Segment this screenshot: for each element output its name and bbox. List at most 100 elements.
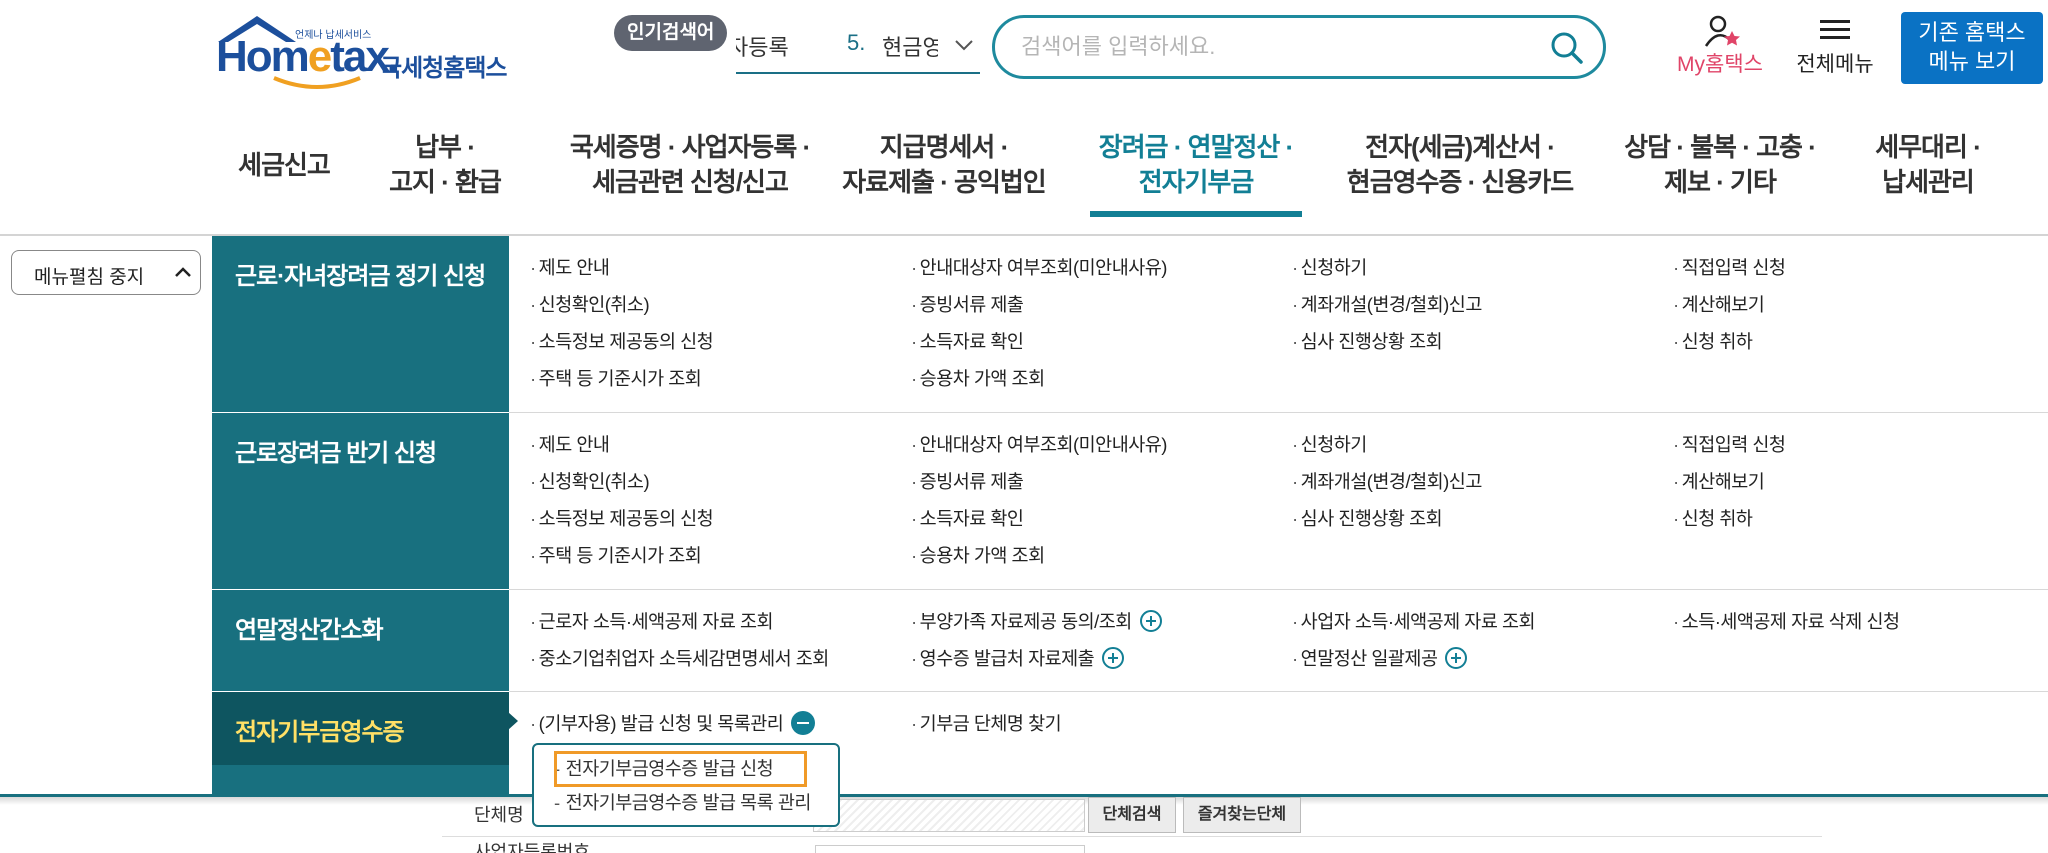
menu-item[interactable]: · 증빙서류 제출 [911, 468, 1024, 494]
menu-item[interactable]: · 주택 등 기준시가 조회 [530, 365, 702, 391]
search-icon[interactable] [1549, 30, 1585, 66]
section-divider [509, 412, 2048, 413]
gnb-label: 지급명세서 · [879, 132, 1009, 162]
chevron-up-icon [175, 267, 191, 277]
menu-item[interactable]: · 기부금 단체명 찾기 [911, 710, 1062, 736]
menu-item[interactable]: · 계산해보기 [1673, 291, 1765, 317]
gnb-certificate[interactable]: 국세증명 · 사업자등록 · 세금관련 신청/신고 [540, 130, 840, 220]
logo-korean-name: 국세청홈택스 [380, 55, 507, 82]
gnb-label: 국세증명 · 사업자등록 · [569, 132, 811, 162]
gnb-label: 세무대리 · [1875, 132, 1982, 162]
ticker-rank: 5. [847, 30, 866, 55]
menu-item[interactable]: · 신청확인(취소) [530, 468, 650, 494]
menu-item[interactable]: · 소득·세액공제 자료 삭제 신청 [1673, 608, 1900, 634]
menu-item[interactable]: · 소득정보 제공동의 신청 [530, 328, 714, 354]
form-row-divider [442, 836, 1822, 837]
menu-item[interactable]: · 심사 진행상황 조회 [1292, 328, 1443, 354]
all-menu-label: 전체메뉴 [1796, 53, 1874, 76]
menu-item[interactable]: · 소득정보 제공동의 신청 [530, 505, 714, 531]
gnb-consulting[interactable]: 상담 · 불복 · 고충 · 제보 · 기타 [1610, 130, 1830, 220]
my-hometax-button[interactable]: My홈택스 [1670, 14, 1770, 78]
plus-circle-icon[interactable] [1102, 647, 1125, 670]
menu-item[interactable]: · 제도 안내 [530, 431, 610, 457]
menu-item[interactable]: · 심사 진행상황 조회 [1292, 505, 1443, 531]
menu-item-donor-issue[interactable]: · (기부자용) 발급 신청 및 목록관리 [530, 710, 816, 737]
org-name-field[interactable] [813, 799, 1085, 832]
hometax-logo[interactable]: 언제나 납세서비스 Hometax. 국세청홈택스 [212, 12, 532, 89]
gnb-payment-statement[interactable]: 지급명세서 · 자료제출 · 공익법인 [830, 130, 1058, 220]
org-search-button[interactable]: 단체검색 [1088, 797, 1176, 833]
gnb-e-invoice[interactable]: 전자(세금)계산서 · 현금영수증 · 신용카드 [1330, 130, 1590, 220]
section-title-e-donation[interactable]: 전자기부금영수증 [212, 692, 509, 765]
gnb-label: 세금관련 신청/신고 [592, 167, 789, 197]
gnb-incentive[interactable]: 장려금 · 연말정산 · 전자기부금 [1080, 130, 1312, 220]
old-menu-line1: 기존 홈택스 [1918, 20, 2026, 45]
gnb-label: 고지 · 환급 [389, 167, 502, 197]
menu-item[interactable]: · 영수증 발급처 자료제출 [911, 645, 1125, 671]
menu-item[interactable]: · 직접입력 신청 [1673, 431, 1786, 457]
gnb-label: 상담 · 불복 · 고충 · [1624, 132, 1817, 162]
section-title-eitc-regular[interactable]: 근로·자녀장려금 정기 신청 [212, 236, 509, 412]
menu-item[interactable]: · 근로자 소득·세액공제 자료 조회 [530, 608, 774, 634]
menu-item[interactable]: · 승용차 가액 조회 [911, 365, 1045, 391]
gnb-label: 장려금 · 연말정산 · [1098, 132, 1294, 162]
org-name-label: 단체명 [474, 805, 524, 825]
gnb-payment[interactable]: 납부 · 고지 · 환급 [370, 130, 520, 220]
menu-item[interactable]: · 증빙서류 제출 [911, 291, 1024, 317]
section-divider [509, 691, 2048, 692]
menu-item[interactable]: · 계좌개설(변경/철회)신고 [1292, 468, 1482, 494]
ticker-keyword[interactable]: 현금영 [882, 30, 938, 62]
menu-item[interactable]: · 제도 안내 [530, 254, 610, 280]
gnb-label: 전자기부금 [1138, 167, 1255, 197]
logo-swoosh-icon [273, 76, 361, 89]
menu-item[interactable]: · 안내대상자 여부조회(미안내사유) [911, 431, 1167, 457]
gnb-label: 자료제출 · 공익법인 [842, 167, 1046, 197]
menu-item[interactable]: · 소득자료 확인 [911, 505, 1024, 531]
menu-item[interactable]: · 승용차 가액 조회 [911, 542, 1045, 568]
gnb-label: 전자(세금)계산서 · [1365, 132, 1556, 162]
section-title-filler [212, 765, 509, 795]
menu-item[interactable]: · 신청 취하 [1673, 505, 1753, 531]
menu-item[interactable]: · 주택 등 기준시가 조회 [530, 542, 702, 568]
all-menu-button[interactable]: 전체메뉴 [1790, 14, 1880, 78]
hamburger-icon [1820, 20, 1850, 39]
gnb-active-underline [1090, 211, 1302, 217]
popular-search-ticker[interactable]: 자등록 5. 현금영 [736, 26, 980, 74]
menu-collapse-stop-button[interactable]: 메뉴펼침 중지 [11, 250, 201, 295]
gnb-tax-agent[interactable]: 세무대리 · 납세관리 [1860, 130, 1996, 220]
ticker-prev-keyword[interactable]: 자등록 [736, 30, 789, 62]
section-title-year-end[interactable]: 연말정산간소화 [212, 590, 509, 691]
menu-item[interactable]: · 연말정산 일괄제공 [1292, 645, 1468, 671]
gnb-label: 세금신고 [238, 150, 331, 180]
menu-item[interactable]: · 신청하기 [1292, 431, 1367, 457]
gnb-label: 현금영수증 · 신용카드 [1346, 167, 1574, 197]
biz-no-field[interactable] [815, 845, 1085, 853]
menu-item[interactable]: · 부양가족 자료제공 동의/조회 [911, 608, 1162, 634]
menu-item[interactable]: · 신청확인(취소) [530, 291, 650, 317]
my-hometax-label: My홈택스 [1677, 53, 1763, 76]
plus-circle-icon[interactable] [1139, 610, 1162, 633]
menu-item[interactable]: · 계산해보기 [1673, 468, 1765, 494]
gnb-tax-return[interactable]: 세금신고 [226, 148, 342, 238]
old-hometax-menu-button[interactable]: 기존 홈택스 메뉴 보기 [1901, 12, 2043, 84]
search-input[interactable] [1021, 30, 1521, 64]
minus-circle-icon[interactable] [791, 711, 816, 736]
menu-item[interactable]: · 직접입력 신청 [1673, 254, 1786, 280]
menu-item[interactable]: · 소득자료 확인 [911, 328, 1024, 354]
menu-item[interactable]: · 신청하기 [1292, 254, 1367, 280]
section-title-eitc-half[interactable]: 근로장려금 반기 신청 [212, 413, 509, 589]
user-star-icon [1704, 15, 1740, 47]
favorite-org-button[interactable]: 즐겨찾는단체 [1183, 797, 1301, 833]
chevron-down-icon[interactable] [954, 38, 974, 52]
menu-item[interactable]: · 계좌개설(변경/철회)신고 [1292, 291, 1482, 317]
search-box [992, 15, 1606, 79]
menu-item[interactable]: · 사업자 소득·세액공제 자료 조회 [1292, 608, 1536, 634]
old-menu-line2: 메뉴 보기 [1928, 49, 2016, 74]
focus-highlight [554, 751, 807, 787]
menu-item[interactable]: · 신청 취하 [1673, 328, 1753, 354]
menu-item[interactable]: · 안내대상자 여부조회(미안내사유) [911, 254, 1167, 280]
plus-circle-icon[interactable] [1445, 647, 1468, 670]
submenu-item-issue-list[interactable]: - 전자기부금영수증 발급 목록 관리 [554, 789, 811, 815]
section-divider [509, 589, 2048, 590]
menu-item[interactable]: · 중소기업취업자 소득세감면명세서 조회 [530, 645, 829, 671]
